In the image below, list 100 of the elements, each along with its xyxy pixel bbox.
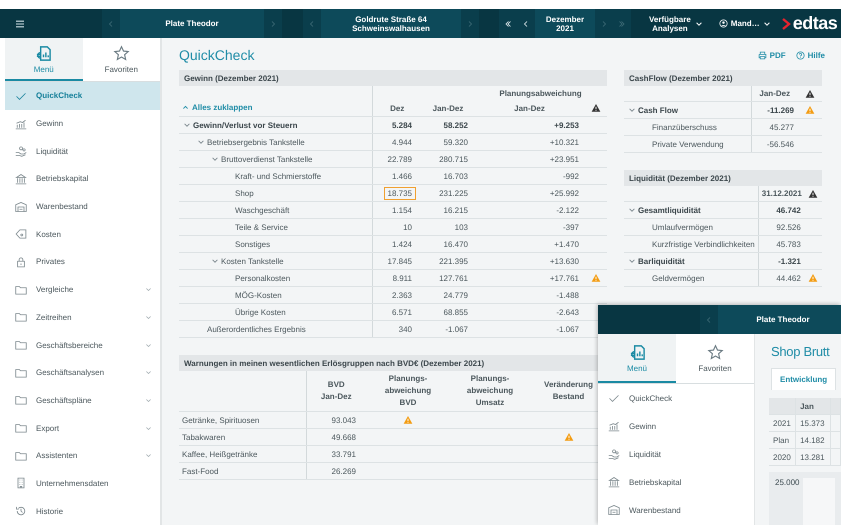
chevron-down-icon (762, 20, 771, 28)
column-header: Jan-Dez (751, 86, 798, 102)
analyses-dropdown[interactable]: Verfügbare Analysen (649, 14, 703, 32)
column-group-header: Planungsabweichung (474, 86, 607, 100)
row-label: Waschgeschäft (179, 202, 372, 218)
table-cell: 26.269 (306, 462, 366, 480)
sidebar-item[interactable]: Zeitreihen (5, 304, 160, 332)
context-selector[interactable]: Plate Theodor (718, 305, 841, 334)
table-cell: 46.742 (758, 202, 805, 218)
row-label: Teile & Service (179, 218, 372, 236)
table-cell[interactable]: 2.363 (388, 288, 416, 302)
context-selector[interactable]: Plate Theodor (120, 9, 264, 38)
table-cell: 33.791 (306, 446, 366, 462)
double-chevron-right-icon (618, 20, 626, 28)
table-cell[interactable]: 1.466 (388, 170, 416, 182)
euro-document-icon (628, 344, 646, 361)
chevron-down-icon[interactable] (628, 106, 636, 114)
bank-icon (608, 476, 620, 488)
chevron-right-icon (269, 20, 277, 28)
menu-tab[interactable]: Menü (5, 38, 82, 81)
history-icon (15, 505, 27, 518)
chevron-down-icon[interactable] (211, 257, 219, 266)
chevron-down-icon[interactable] (628, 206, 636, 214)
sidebar-item[interactable]: Liquidität (5, 137, 160, 166)
help-link[interactable]: Hilfe (796, 50, 825, 60)
nav-arrow-button[interactable] (499, 9, 517, 38)
table-cell[interactable]: 6.571 (388, 306, 416, 318)
sidebar-item[interactable]: Assistenten (5, 442, 160, 470)
row-label: Shop (179, 184, 372, 202)
sidebar-item[interactable]: Gewinn (598, 412, 754, 440)
table-cell: 280.715 (422, 150, 474, 168)
user-menu[interactable]: Mand… (718, 19, 771, 28)
sidebar-item[interactable]: Geschäftsanalysen (5, 358, 160, 387)
menu-icon[interactable] (15, 20, 25, 28)
table-cell[interactable]: 18.735 (384, 186, 416, 200)
sidebar-item[interactable]: Export (5, 414, 160, 442)
table-cell: -1.488 (474, 286, 585, 304)
menu-tab[interactable]: Favoriten (82, 38, 160, 81)
table-cell[interactable]: 1.154 (388, 204, 416, 216)
context-selector[interactable]: Goldrute Straße 64 Schweinswalhausen (321, 9, 461, 38)
sidebar-item[interactable]: Unternehmensdaten (5, 470, 160, 498)
table-cell: 68.855 (422, 304, 474, 320)
sidebar-item[interactable]: Betriebskapital (5, 165, 160, 193)
sidebar-item[interactable]: Geschäftsbereiche (5, 331, 160, 359)
sidebar-item[interactable]: Geschäftspläne (5, 386, 160, 414)
context-selector[interactable]: Dezember 2021 (535, 9, 595, 38)
table-title: Liquidität (Dezember 2021) (624, 170, 822, 186)
table-cell[interactable]: 4.944 (388, 136, 416, 148)
table-cell[interactable]: 8.911 (388, 272, 416, 284)
table-cell: -2.643 (474, 304, 585, 320)
row-label: Finanzüberschuss (624, 118, 751, 136)
table-cell: -1.067 (474, 320, 585, 338)
chevron-down-icon[interactable] (628, 257, 636, 266)
table-cell: 58.252 (422, 116, 474, 134)
warehouse-icon (608, 504, 620, 516)
pdf-link[interactable]: PDF (758, 50, 786, 60)
table-cell: +23.951 (474, 150, 585, 168)
menu-tab[interactable]: Favoriten (676, 334, 754, 383)
table-cell: +17.761 (474, 270, 585, 286)
column-header: Jan-Dez (422, 100, 474, 116)
table-cell[interactable]: 1.424 (388, 238, 416, 250)
row-label: Fast-Food (179, 462, 306, 480)
table-cell[interactable]: 22.789 (384, 152, 416, 166)
table-cell: 45.783 (758, 236, 805, 252)
sidebar-item[interactable]: Warenbestand (598, 496, 754, 524)
row-label: Geldvermögen (624, 270, 758, 286)
table-cell[interactable]: 10 (399, 220, 416, 234)
warning-icon (564, 432, 574, 442)
warning-icon (403, 415, 413, 425)
table-cell: 24.779 (422, 286, 474, 304)
table-cell[interactable]: 340 (394, 322, 416, 336)
tab[interactable]: Entwicklung (771, 368, 836, 390)
chevron-left-icon (107, 20, 115, 28)
menu-tab[interactable]: Menü (598, 334, 676, 383)
sidebar-item[interactable]: Vergleiche (5, 276, 160, 304)
table-cell: 93.043 (306, 412, 366, 428)
column-header: Jan (796, 398, 830, 414)
tag-icon (15, 228, 27, 240)
column-header: Jan-Dez (474, 100, 585, 116)
sidebar-item[interactable]: Betriebskapital (598, 468, 754, 496)
collapse-all-link[interactable]: Alles zuklappen (182, 103, 252, 112)
sidebar-item[interactable]: Privates (5, 248, 160, 276)
sidebar-item[interactable]: Gewinn (5, 110, 160, 138)
column-header: Planungs- abweichung BVD (366, 371, 450, 412)
sidebar-item[interactable]: Historie (5, 497, 160, 525)
table-cell: +9.253 (474, 116, 585, 134)
sidebar-item[interactable]: Liquidität (598, 440, 754, 468)
sidebar-item[interactable]: Warenbestand (5, 192, 160, 220)
bank-icon (15, 172, 27, 185)
table-cell[interactable]: 17.845 (384, 254, 416, 268)
table-cell: 127.761 (422, 270, 474, 286)
chevron-down-icon (145, 369, 152, 376)
chevron-down-icon (145, 424, 152, 432)
table-cell[interactable]: 5.284 (388, 118, 416, 132)
table-cell: +25.992 (474, 184, 585, 202)
row-label: Sonstiges (179, 236, 372, 252)
warning-icon (805, 88, 815, 98)
sidebar-item[interactable]: Kosten (5, 220, 160, 248)
row-label: Getränke, Spirituosen (179, 412, 306, 428)
sidebar-item[interactable]: QuickCheck (5, 82, 160, 110)
